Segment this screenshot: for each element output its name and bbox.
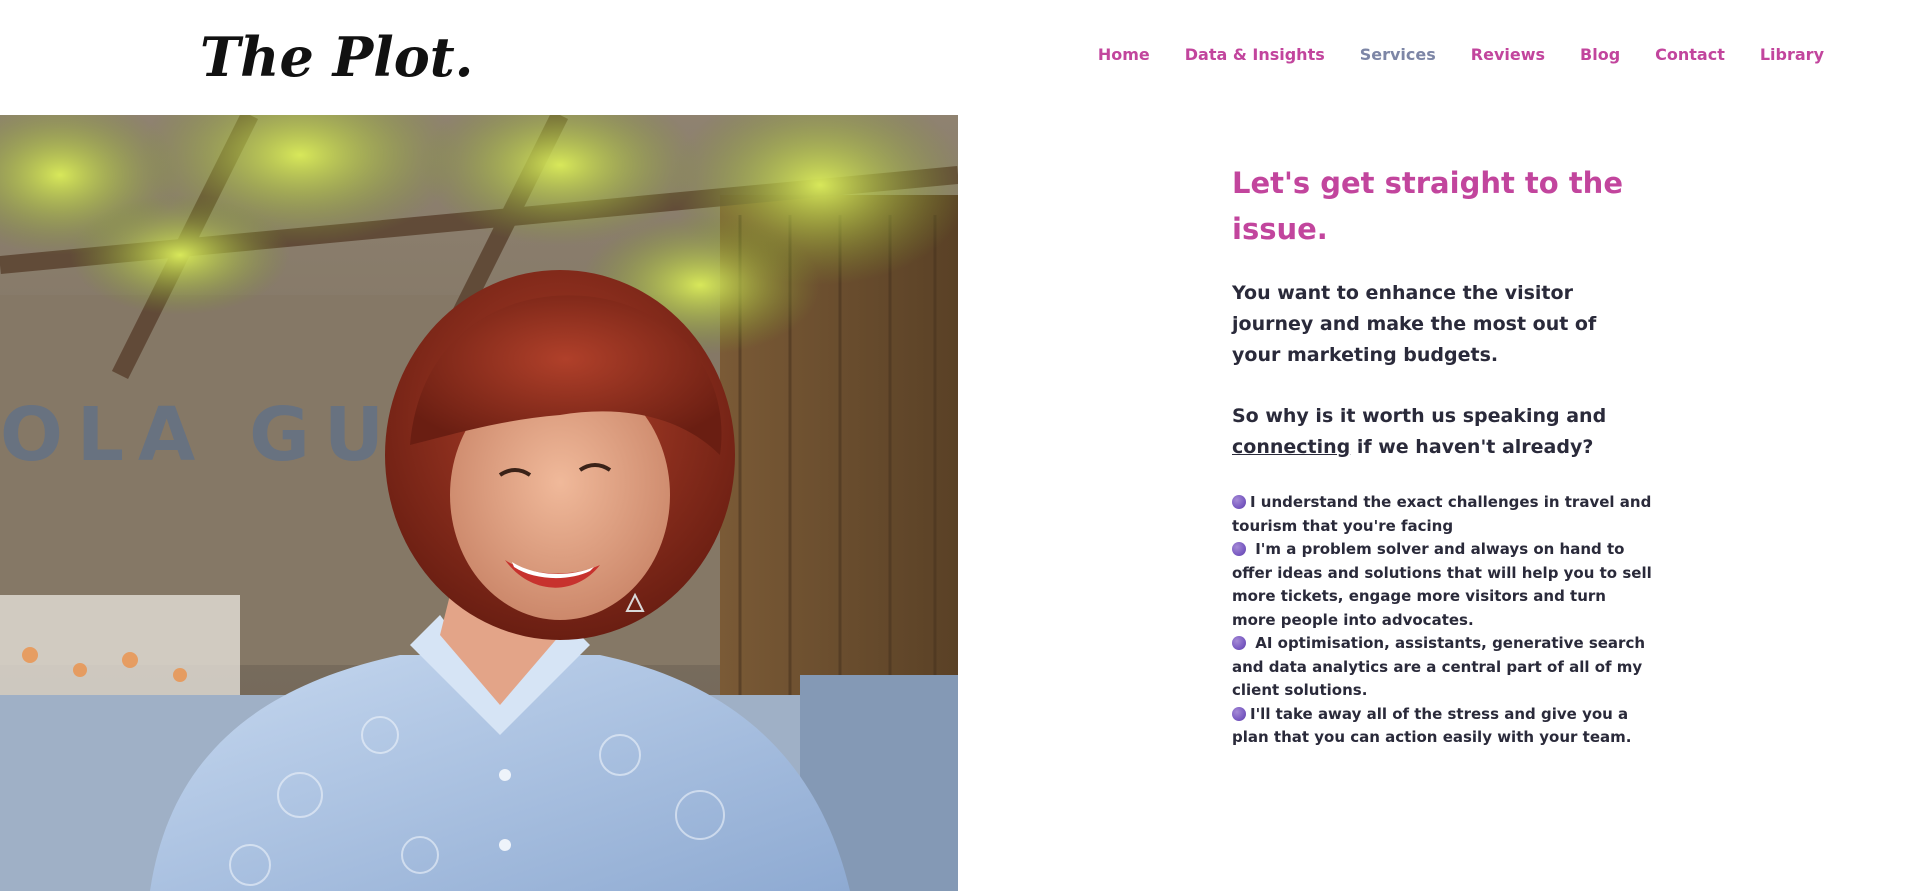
connect-suffix: if we haven't already?	[1350, 436, 1594, 458]
connecting-link[interactable]: connecting	[1232, 436, 1350, 458]
hero-photo: OLA GUAPA	[0, 115, 958, 891]
benefit-item: I understand the exact challenges in tra…	[1232, 493, 1652, 535]
nav-home[interactable]: Home	[1098, 40, 1150, 70]
connect-paragraph: So why is it worth us speaking and conne…	[1232, 401, 1652, 463]
hero-photo-illustration: OLA GUAPA	[0, 115, 958, 891]
purple-circle-icon	[1232, 542, 1246, 556]
nav-reviews[interactable]: Reviews	[1471, 40, 1545, 70]
purple-circle-icon	[1232, 495, 1246, 509]
site-logo[interactable]: The Plot.	[200, 18, 473, 96]
connect-prefix: So why is it worth us speaking and	[1232, 405, 1607, 427]
nav-library[interactable]: Library	[1760, 40, 1824, 70]
nav-services[interactable]: Services	[1360, 40, 1436, 70]
benefit-item: I'm a problem solver and always on hand …	[1232, 540, 1652, 629]
nav-blog[interactable]: Blog	[1580, 40, 1620, 70]
nav-contact[interactable]: Contact	[1655, 40, 1725, 70]
purple-circle-icon	[1232, 636, 1246, 650]
page-headline: Let's get straight to the issue.	[1232, 166, 1623, 246]
benefit-item: AI optimisation, assistants, generative …	[1232, 634, 1646, 699]
purple-circle-icon	[1232, 706, 1246, 721]
benefits-list: I understand the exact challenges in tra…	[1232, 491, 1652, 750]
site-header: The Plot. Home Data & Insights Services …	[0, 0, 1920, 115]
benefit-item: I'll take away all of the stress and giv…	[1232, 704, 1632, 747]
nav-data-insights[interactable]: Data & Insights	[1185, 40, 1325, 70]
main-nav: Home Data & Insights Services Reviews Bl…	[1063, 40, 1824, 70]
intro-content: Let's get straight to the issue. You wan…	[1232, 160, 1652, 750]
lead-paragraph: You want to enhance the visitor journey …	[1232, 282, 1597, 366]
